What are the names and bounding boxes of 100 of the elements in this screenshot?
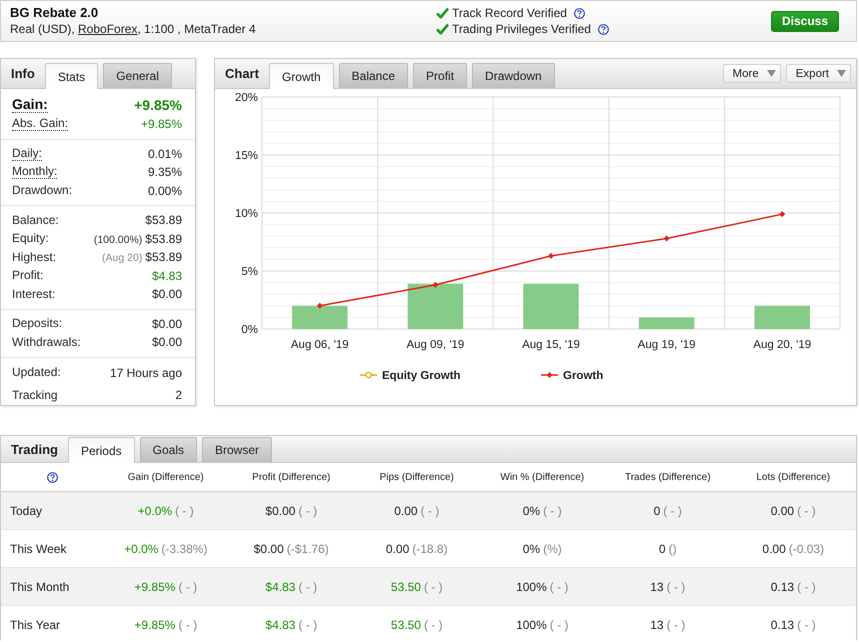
stat-label: Abs. Gain: [12, 117, 68, 132]
cell-difference: ( - ) [663, 504, 682, 518]
cell-difference: ( - ) [543, 504, 562, 518]
help-icon[interactable] [46, 472, 58, 482]
dropdown-button[interactable]: More [722, 64, 781, 83]
x-axis-label: Aug 06, '19 [290, 339, 349, 351]
broker-link[interactable]: RoboForex [78, 22, 138, 36]
period-label: Today [10, 504, 42, 518]
tab[interactable]: Stats [44, 63, 98, 89]
cell-difference: ( - ) [797, 618, 816, 632]
column-header: Pips (Difference) [380, 472, 454, 482]
cell-value: +0.0% [138, 504, 172, 518]
y-axis-label: 5% [241, 266, 258, 278]
cell-value: 53.50 [390, 618, 421, 632]
tab[interactable]: Browser [202, 437, 272, 462]
cell-value: 13 [650, 580, 664, 594]
verification-label: Track Record Verified [452, 6, 567, 20]
panel-title: Info [11, 66, 35, 81]
cell-difference: ( - ) [797, 580, 816, 594]
cell-value: 0.00 [386, 542, 410, 556]
cell-difference: ( - ) [420, 504, 440, 518]
stat-value: +9.85% [134, 96, 182, 112]
cell-difference: ( - ) [797, 504, 816, 518]
cell-difference: (-18.8) [412, 542, 448, 556]
tab[interactable]: Periods [68, 437, 135, 463]
legend-label[interactable]: Equity Growth [382, 370, 461, 382]
stat-value: $0.00 [152, 335, 182, 350]
stat-label: Gain: [12, 96, 48, 112]
tab[interactable]: Drawdown [472, 63, 555, 88]
cell-value: $4.83 [265, 580, 296, 594]
cell-value: 0.00 [762, 542, 786, 556]
stat-value: $0.00 [152, 287, 182, 302]
cell-value: $4.83 [265, 618, 296, 632]
stat-label: Tracking [12, 388, 58, 402]
stat-value: $53.89 [145, 250, 182, 264]
account-details: Real (USD), RoboForex, 1:100 , MetaTrader 4 [10, 21, 257, 37]
y-axis-label: 0% [241, 324, 258, 336]
cell-difference: ( - ) [424, 618, 443, 632]
help-icon[interactable] [574, 8, 585, 18]
cell-value: 0.13 [770, 618, 794, 632]
stat-value: $53.89 [145, 232, 182, 246]
cell-value: 100% [516, 618, 547, 632]
y-axis-label: 10% [234, 208, 258, 220]
period-label: This Week [10, 542, 66, 556]
x-axis-label: Aug 19, '19 [638, 339, 696, 351]
cell-difference: ( - ) [178, 618, 198, 632]
cell-difference: ( - ) [175, 504, 194, 518]
cell-difference: () [668, 542, 677, 556]
legend-label[interactable]: Growth [563, 370, 604, 382]
stat-label: Highest: [12, 250, 56, 264]
cell-value: 0 [658, 542, 666, 556]
stat-value: +9.85% [140, 117, 182, 132]
tab[interactable]: Profit [413, 63, 468, 88]
cell-value: $0.00 [265, 504, 296, 518]
stat-label: Daily: [12, 146, 42, 161]
cell-difference: (-0.03) [788, 542, 824, 556]
stat-label: Deposits: [12, 317, 62, 330]
discuss-button[interactable]: Discuss [770, 10, 839, 32]
stat-label: Interest: [12, 288, 56, 301]
cell-value: 0% [522, 504, 540, 518]
stat-value: $0.00 [152, 316, 182, 331]
stat-label: Withdrawals: [12, 336, 81, 349]
cell-value: 0 [654, 504, 660, 518]
y-axis-label: 15% [234, 150, 258, 162]
cell-value: 0.13 [770, 580, 794, 594]
cell-difference: (-$1.76) [286, 542, 329, 556]
value-note: (Aug 20) [102, 252, 142, 264]
tab[interactable]: General [103, 63, 172, 88]
cell-difference: ( - ) [298, 580, 318, 594]
cell-value: 0.00 [770, 504, 794, 518]
period-label: This Year [10, 618, 60, 632]
verification-label: Trading Privileges Verified [452, 22, 591, 36]
cell-difference: ( - ) [550, 618, 568, 632]
cell-difference: ( - ) [424, 580, 443, 594]
stat-value: 2 [175, 388, 182, 402]
cell-difference: ( - ) [666, 618, 686, 632]
period-label: This Month [10, 580, 70, 594]
stat-label: Equity: [12, 232, 49, 246]
tab[interactable]: Balance [338, 63, 408, 88]
x-axis-label: Aug 09, '19 [406, 339, 464, 351]
stat-label: Profit: [12, 269, 44, 282]
stat-label: Updated: [12, 366, 61, 380]
x-axis-label: Aug 15, '19 [522, 339, 580, 351]
tab[interactable]: Growth [268, 63, 334, 89]
dropdown-button[interactable]: Export [786, 64, 851, 83]
tab[interactable]: Goals [140, 437, 197, 462]
cell-difference: (%) [543, 542, 562, 556]
stat-value: 9.35% [148, 165, 182, 180]
x-axis-label: Aug 20, '19 [753, 339, 812, 351]
stat-label: Drawdown: [12, 184, 72, 198]
value-note: (100.00%) [94, 234, 142, 246]
panel-title: Chart [225, 66, 259, 81]
column-header: Win % (Difference) [500, 472, 584, 482]
panel-title: Trading [11, 442, 58, 456]
stat-label: Monthly: [12, 165, 58, 180]
caret-icon [766, 70, 776, 77]
help-icon[interactable] [598, 24, 609, 34]
stat-value: 0.01% [148, 146, 182, 161]
cell-difference: ( - ) [666, 580, 686, 594]
stat-value: $4.83 [152, 268, 182, 283]
